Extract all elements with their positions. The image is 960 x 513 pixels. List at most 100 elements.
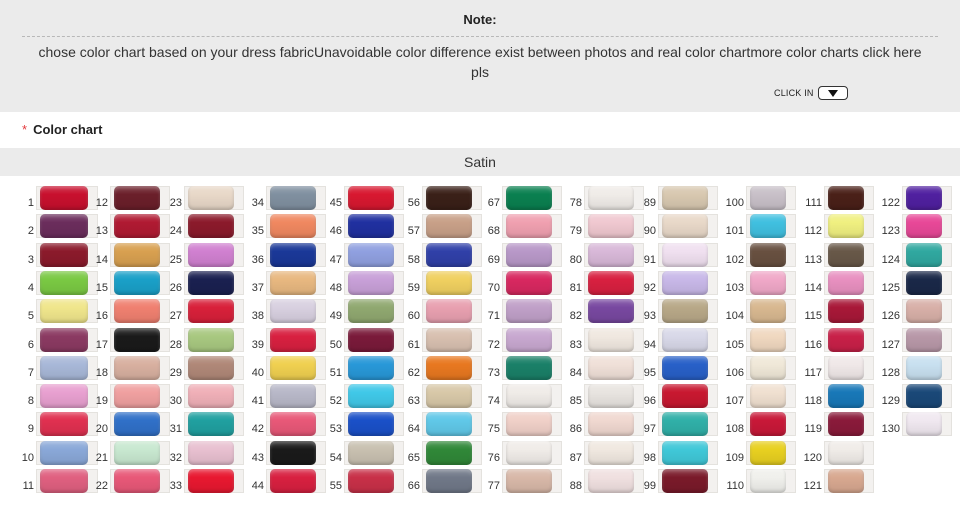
color-swatch-item[interactable]: 99 (640, 469, 718, 493)
color-swatch[interactable] (506, 299, 552, 323)
color-swatch-item[interactable]: 56 (404, 186, 482, 210)
color-swatch[interactable] (588, 328, 634, 352)
color-swatch[interactable] (750, 243, 786, 267)
color-swatch[interactable] (348, 384, 394, 408)
color-swatch[interactable] (588, 186, 634, 210)
color-swatch-item[interactable]: 31 (166, 412, 244, 436)
color-swatch[interactable] (828, 356, 864, 380)
color-swatch[interactable] (662, 271, 708, 295)
color-swatch-item[interactable]: 101 (718, 214, 796, 238)
color-swatch-item[interactable]: 108 (718, 412, 796, 436)
color-swatch[interactable] (348, 299, 394, 323)
color-swatch[interactable] (114, 214, 160, 238)
color-swatch[interactable] (588, 441, 634, 465)
color-swatch[interactable] (40, 384, 88, 408)
color-swatch[interactable] (750, 214, 786, 238)
color-swatch-item[interactable]: 76 (484, 441, 562, 465)
color-swatch-item[interactable]: 2 (20, 214, 98, 238)
color-swatch[interactable] (188, 356, 234, 380)
color-swatch-item[interactable]: 102 (718, 243, 796, 267)
color-swatch[interactable] (270, 186, 316, 210)
color-swatch[interactable] (750, 328, 786, 352)
note-text[interactable]: chose color chart based on your dress fa… (30, 42, 930, 82)
color-swatch-item[interactable]: 110 (718, 469, 796, 493)
color-swatch-item[interactable]: 124 (874, 243, 952, 267)
color-swatch[interactable] (506, 243, 552, 267)
color-swatch-item[interactable]: 71 (484, 299, 562, 323)
color-swatch-item[interactable]: 72 (484, 328, 562, 352)
color-swatch-item[interactable]: 130 (874, 412, 952, 436)
color-swatch-item[interactable]: 77 (484, 469, 562, 493)
color-swatch[interactable] (662, 441, 708, 465)
color-swatch-item[interactable]: 126 (874, 299, 952, 323)
color-swatch[interactable] (750, 412, 786, 436)
color-swatch-item[interactable]: 119 (796, 412, 874, 436)
color-swatch-item[interactable]: 35 (248, 214, 326, 238)
color-swatch[interactable] (40, 214, 88, 238)
color-swatch-item[interactable]: 64 (404, 412, 482, 436)
color-swatch[interactable] (188, 214, 234, 238)
color-swatch[interactable] (588, 469, 634, 493)
color-swatch[interactable] (506, 441, 552, 465)
color-swatch[interactable] (270, 441, 316, 465)
color-swatch[interactable] (270, 328, 316, 352)
color-swatch-item[interactable]: 6 (20, 328, 98, 352)
color-swatch-item[interactable]: 113 (796, 243, 874, 267)
color-swatch[interactable] (426, 412, 472, 436)
color-swatch-item[interactable]: 3 (20, 243, 98, 267)
color-swatch-item[interactable]: 105 (718, 328, 796, 352)
color-swatch-item[interactable]: 15 (92, 271, 170, 295)
color-swatch[interactable] (188, 412, 234, 436)
color-swatch[interactable] (828, 384, 864, 408)
color-swatch[interactable] (348, 243, 394, 267)
color-swatch-item[interactable]: 70 (484, 271, 562, 295)
color-swatch[interactable] (828, 271, 864, 295)
color-swatch-item[interactable]: 97 (640, 412, 718, 436)
color-swatch[interactable] (828, 214, 864, 238)
color-swatch-item[interactable]: 92 (640, 271, 718, 295)
color-swatch-item[interactable]: 86 (566, 412, 644, 436)
color-swatch-item[interactable]: 18 (92, 356, 170, 380)
color-swatch[interactable] (662, 186, 708, 210)
color-swatch-item[interactable]: 65 (404, 441, 482, 465)
color-swatch-item[interactable]: 48 (326, 271, 404, 295)
color-swatch[interactable] (40, 356, 88, 380)
color-swatch[interactable] (348, 412, 394, 436)
color-swatch[interactable] (588, 214, 634, 238)
color-swatch-item[interactable]: 54 (326, 441, 404, 465)
color-swatch-item[interactable]: 116 (796, 328, 874, 352)
color-swatch[interactable] (588, 299, 634, 323)
color-swatch[interactable] (270, 412, 316, 436)
color-swatch-item[interactable]: 114 (796, 271, 874, 295)
color-swatch-item[interactable]: 128 (874, 356, 952, 380)
color-swatch-item[interactable]: 91 (640, 243, 718, 267)
color-swatch[interactable] (588, 412, 634, 436)
color-swatch[interactable] (188, 186, 234, 210)
color-swatch-item[interactable]: 60 (404, 299, 482, 323)
color-swatch-item[interactable]: 103 (718, 271, 796, 295)
color-swatch-item[interactable]: 123 (874, 214, 952, 238)
color-swatch-item[interactable]: 104 (718, 299, 796, 323)
color-swatch[interactable] (426, 469, 472, 493)
color-swatch[interactable] (750, 271, 786, 295)
color-swatch-item[interactable]: 106 (718, 356, 796, 380)
color-swatch[interactable] (114, 328, 160, 352)
color-swatch[interactable] (828, 328, 864, 352)
color-swatch[interactable] (40, 243, 88, 267)
color-swatch-item[interactable]: 74 (484, 384, 562, 408)
color-swatch-item[interactable]: 41 (248, 384, 326, 408)
color-swatch[interactable] (506, 384, 552, 408)
color-swatch[interactable] (750, 356, 786, 380)
color-swatch[interactable] (188, 469, 234, 493)
color-swatch-item[interactable]: 27 (166, 299, 244, 323)
color-swatch-item[interactable]: 52 (326, 384, 404, 408)
color-swatch-item[interactable]: 24 (166, 214, 244, 238)
color-swatch-item[interactable]: 38 (248, 299, 326, 323)
color-swatch[interactable] (750, 186, 786, 210)
color-swatch-item[interactable]: 85 (566, 384, 644, 408)
color-swatch-item[interactable]: 46 (326, 214, 404, 238)
color-swatch[interactable] (40, 328, 88, 352)
color-swatch[interactable] (348, 271, 394, 295)
color-swatch[interactable] (188, 328, 234, 352)
color-swatch[interactable] (906, 214, 942, 238)
